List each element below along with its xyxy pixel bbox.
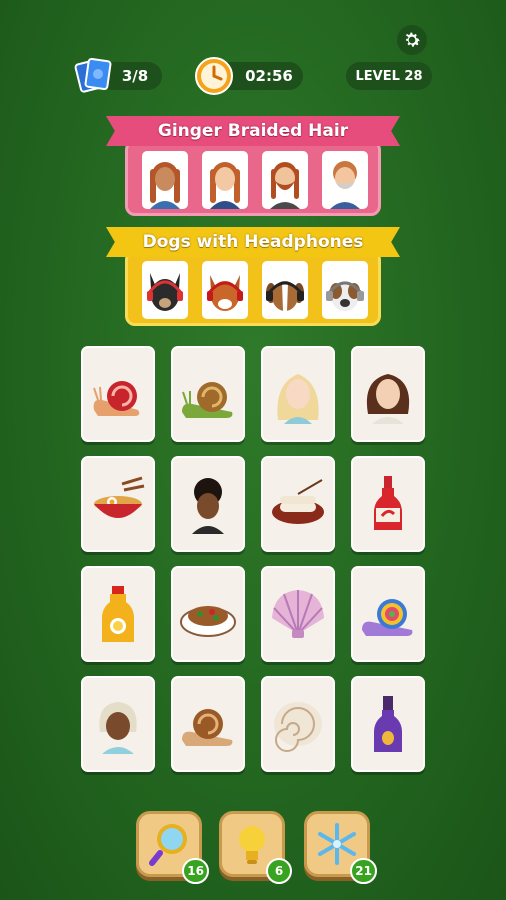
tile-sushi-rolls[interactable] — [261, 456, 335, 552]
tile-red-snail[interactable] — [81, 346, 155, 442]
sushi-rolls-icon — [272, 479, 324, 524]
category-slot — [202, 151, 248, 209]
brown-snail-icon — [182, 709, 233, 746]
snowflake-icon — [318, 823, 356, 865]
category-slot — [202, 261, 248, 319]
gear-icon — [405, 32, 420, 47]
powerup-hint-button[interactable]: 6 — [219, 811, 292, 884]
settings-button[interactable] — [397, 25, 427, 55]
spiral-shell-icon — [274, 702, 322, 752]
tile-grey-haired-woman[interactable] — [81, 676, 155, 772]
curly-woman-icon — [192, 478, 224, 534]
older-man-beard-icon — [330, 161, 360, 209]
powerup-magnifier-button[interactable]: 16 — [136, 811, 209, 884]
category-panel-ginger-braided-hair — [125, 140, 381, 216]
hot-sauce-icon — [374, 476, 402, 530]
red-dog-headphones-icon — [207, 275, 243, 311]
clock-icon — [195, 57, 233, 95]
tile-brunette-woman[interactable] — [351, 346, 425, 442]
man-braids-beard-icon — [270, 162, 300, 209]
tile-ramen-bowl[interactable] — [81, 456, 155, 552]
purple-bottle-icon — [374, 696, 402, 752]
category-slot — [142, 151, 188, 209]
category-slot — [262, 261, 308, 319]
powerup-freeze-button[interactable]: 21 — [304, 811, 377, 884]
cards-icon — [74, 57, 112, 93]
green-snail-icon — [182, 382, 233, 418]
tile-curly-woman[interactable] — [171, 456, 245, 552]
tile-noodle-plate[interactable] — [171, 566, 245, 662]
timer-text: 02:56 — [245, 67, 293, 85]
lightbulb-icon — [239, 826, 265, 864]
tile-pink-shell[interactable] — [261, 566, 335, 662]
cards-count-text: 3/8 — [121, 67, 149, 85]
powerup-count-badge: 6 — [266, 858, 292, 884]
brown-dog-headphones-icon — [266, 281, 304, 311]
woman-braids-icon — [150, 162, 180, 209]
grey-dog-headphones-icon — [326, 281, 364, 311]
category-slot — [262, 151, 308, 209]
level-badge: LEVEL 28 — [346, 62, 432, 90]
ramen-bowl-icon — [94, 476, 145, 518]
tile-hot-sauce[interactable] — [351, 456, 425, 552]
level-text: LEVEL 28 — [355, 68, 423, 84]
juice-bottle-icon — [102, 586, 134, 642]
category-title: Dogs with Headphones — [106, 227, 400, 257]
blonde-woman-icon — [277, 374, 319, 424]
pink-shell-icon — [272, 590, 324, 638]
black-dog-headphones-icon — [147, 273, 183, 311]
red-snail-icon — [93, 381, 140, 416]
category-title: Ginger Braided Hair — [106, 116, 400, 146]
brunette-woman-icon — [366, 374, 410, 424]
tile-brown-snail[interactable] — [171, 676, 245, 772]
noodle-plate-icon — [180, 606, 236, 637]
tile-purple-bottle[interactable] — [351, 676, 425, 772]
tile-blonde-woman[interactable] — [261, 346, 335, 442]
tile-spiral-shell[interactable] — [261, 676, 335, 772]
rainbow-snail-icon — [362, 599, 413, 636]
powerup-count-badge: 21 — [350, 858, 377, 884]
grey-haired-woman-icon — [99, 702, 137, 754]
category-slot — [322, 151, 368, 209]
magnifier-icon — [149, 824, 187, 866]
powerup-count-badge: 16 — [182, 858, 209, 884]
tile-rainbow-snail[interactable] — [351, 566, 425, 662]
category-panel-dogs-with-headphones — [125, 250, 381, 326]
woman-braids-icon — [210, 162, 240, 209]
category-slot — [142, 261, 188, 319]
tile-juice-bottle[interactable] — [81, 566, 155, 662]
category-slot — [322, 261, 368, 319]
tile-green-snail[interactable] — [171, 346, 245, 442]
